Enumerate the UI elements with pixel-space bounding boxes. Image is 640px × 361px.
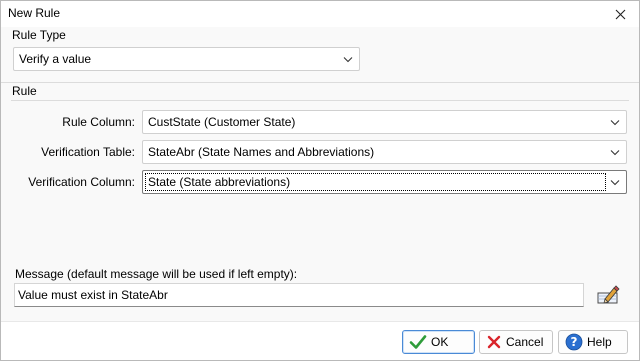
x-icon (487, 335, 501, 349)
rule-column-value: CustState (Customer State) (148, 115, 296, 129)
chevron-down-icon (610, 150, 620, 156)
verification-column-value: State (State abbreviations) (148, 175, 291, 189)
message-input[interactable]: Value must exist in StateAbr (14, 283, 584, 307)
new-rule-dialog: New Rule Rule Type Verify a value Rule R… (0, 0, 640, 361)
pencil-notepad-icon (597, 285, 620, 304)
cancel-label: Cancel (506, 335, 544, 349)
cancel-button[interactable]: Cancel (479, 330, 553, 354)
rule-column-label: Rule Column: (62, 115, 135, 129)
verification-table-select[interactable]: StateAbr (State Names and Abbreviations) (142, 140, 627, 164)
verification-column-label: Verification Column: (28, 175, 135, 189)
ok-label: OK (431, 335, 449, 349)
help-button[interactable]: ? Help (558, 330, 628, 354)
ok-button[interactable]: OK (402, 330, 475, 354)
close-icon (615, 9, 625, 19)
verification-table-value: StateAbr (State Names and Abbreviations) (148, 145, 375, 159)
verification-column-select[interactable]: State (State abbreviations) (142, 170, 627, 194)
rule-column-select[interactable]: CustState (Customer State) (142, 110, 627, 134)
help-icon: ? (565, 333, 583, 351)
rule-type-group-label: Rule Type (12, 28, 66, 42)
close-button[interactable] (609, 3, 631, 25)
checkmark-icon (409, 335, 427, 349)
message-value: Value must exist in StateAbr (18, 288, 168, 302)
divider (1, 82, 639, 83)
chevron-down-icon (610, 180, 620, 186)
verification-table-label: Verification Table: (41, 145, 135, 159)
rule-type-select[interactable]: Verify a value (13, 47, 360, 71)
window-title: New Rule (8, 6, 61, 20)
chevron-down-icon (610, 120, 620, 126)
message-label: Message (default message will be used if… (15, 267, 298, 281)
chevron-down-icon (343, 57, 353, 63)
svg-text:?: ? (571, 335, 578, 349)
dialog-content: Rule Type Verify a value Rule Rule Colum… (1, 27, 639, 321)
divider (11, 100, 629, 101)
help-label: Help (587, 335, 612, 349)
rule-type-value: Verify a value (19, 52, 92, 66)
title-bar: New Rule (1, 1, 639, 27)
edit-message-button[interactable] (595, 283, 621, 307)
button-bar: OK Cancel ? Help (1, 321, 639, 360)
rule-group-label: Rule (12, 84, 37, 98)
